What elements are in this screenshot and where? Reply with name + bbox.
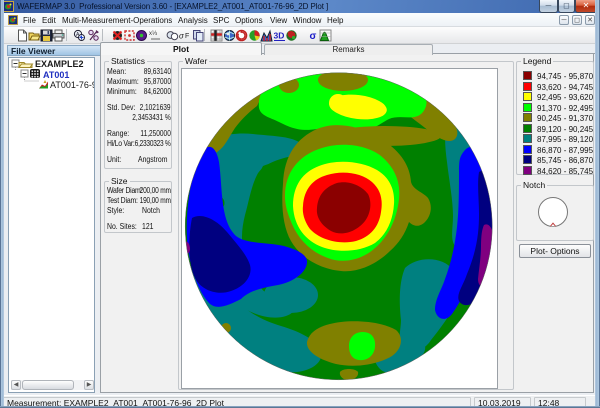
svg-text:σ: σ (310, 31, 317, 42)
svg-text:3D: 3D (274, 31, 285, 41)
svg-text:F: F (185, 33, 189, 40)
svg-text:x⅓: x⅓ (149, 31, 157, 37)
